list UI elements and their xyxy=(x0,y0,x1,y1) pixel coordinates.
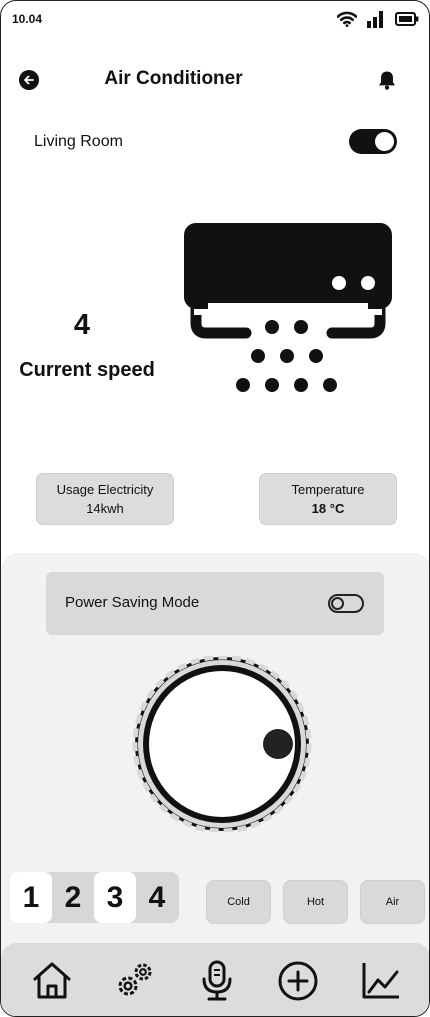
signal-icon xyxy=(367,11,383,28)
microphone-icon xyxy=(202,960,232,1001)
toggle-knob xyxy=(375,132,394,151)
temperature-value-row: 18 °C xyxy=(260,499,396,518)
usage-value: 14kwh xyxy=(86,501,124,516)
temperature-unit: °C xyxy=(329,501,345,516)
nav-statistics[interactable] xyxy=(360,960,402,1005)
nav-home[interactable] xyxy=(31,960,73,1005)
temperature-label: Temperature xyxy=(291,482,365,497)
air-conditioner-icon xyxy=(184,223,392,392)
mode-hot-button[interactable]: Hot xyxy=(283,880,348,924)
status-time: 10.04 xyxy=(12,12,43,26)
speed-option-2[interactable]: 2 xyxy=(52,872,94,923)
speed-selector: 1 2 3 4 xyxy=(10,872,179,923)
current-speed-label: Current speed xyxy=(19,359,155,381)
temperature-value: 18 xyxy=(311,501,327,516)
mode-cold-button[interactable]: Cold xyxy=(206,880,271,924)
speed-option-1[interactable]: 1 xyxy=(10,872,52,923)
nav-voice[interactable] xyxy=(200,960,234,1007)
power-saving-label: Power Saving Mode xyxy=(65,594,200,611)
chart-icon xyxy=(362,963,399,999)
nav-settings[interactable] xyxy=(115,960,157,1005)
battery-icon xyxy=(395,12,419,26)
notification-button[interactable] xyxy=(376,69,398,96)
nav-add[interactable] xyxy=(277,960,319,1007)
power-saving-toggle[interactable] xyxy=(328,594,364,613)
power-saving-card: Power Saving Mode xyxy=(46,572,384,635)
speed-dial-knob[interactable] xyxy=(129,656,315,832)
usage-label: Usage Electricity xyxy=(56,482,154,497)
home-icon xyxy=(33,962,71,999)
page-title: Air Conditioner xyxy=(104,68,243,89)
mode-air-button[interactable]: Air xyxy=(360,880,425,924)
settings-icon xyxy=(118,963,152,996)
status-icons xyxy=(337,10,419,28)
current-speed-value: 4 xyxy=(73,309,91,341)
temperature-card: Temperature 18 °C xyxy=(259,473,397,525)
speed-option-4[interactable]: 4 xyxy=(136,872,178,923)
room-power-toggle[interactable] xyxy=(349,129,397,154)
usage-electricity-card: Usage Electricity 14kwh xyxy=(36,473,174,525)
bell-icon xyxy=(379,71,395,90)
wifi-icon xyxy=(337,11,357,27)
toggle-knob xyxy=(331,597,344,610)
add-icon xyxy=(278,961,318,1001)
room-label: Living Room xyxy=(34,133,123,150)
speed-option-3[interactable]: 3 xyxy=(94,872,136,923)
app-frame: 10.04 Air Conditioner Living Room 4 Curr… xyxy=(0,0,430,1017)
bottom-nav xyxy=(1,943,429,1016)
